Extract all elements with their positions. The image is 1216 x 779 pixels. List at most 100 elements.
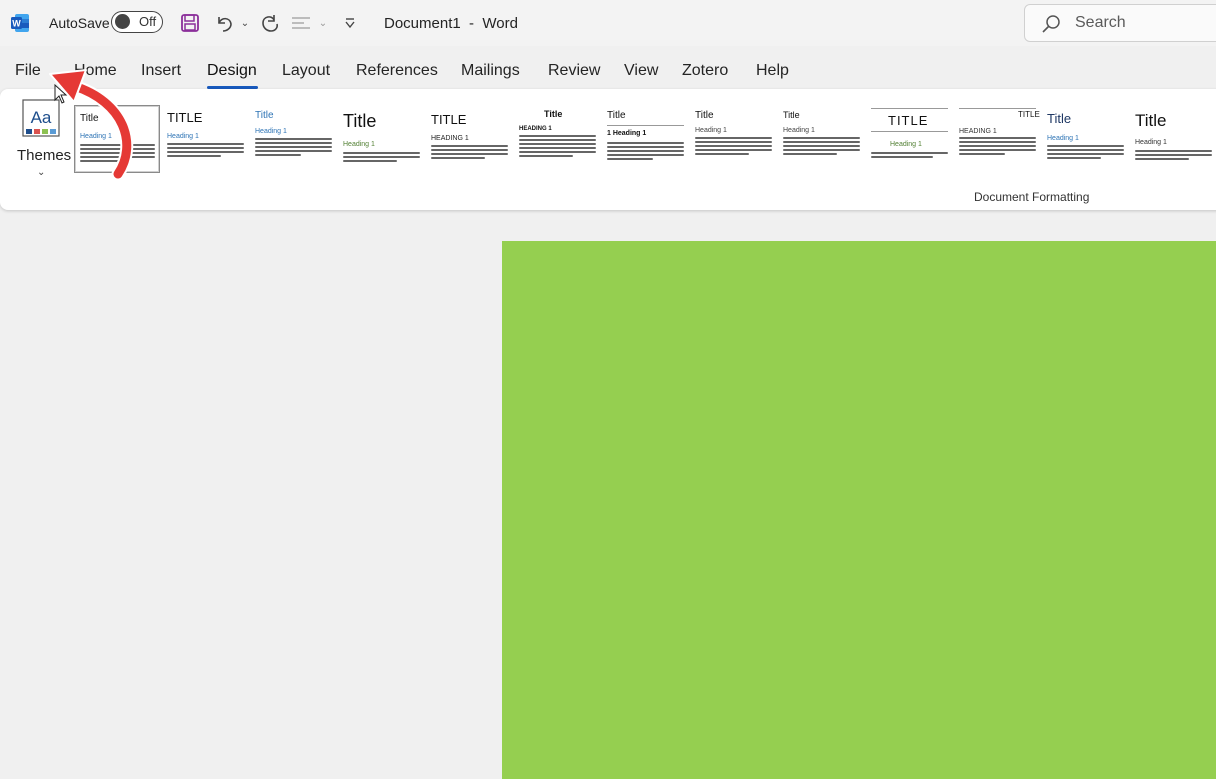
- tile-rule: [871, 131, 948, 132]
- save-icon: [181, 14, 199, 32]
- tile-title: Title: [544, 109, 563, 119]
- title-bar: W AutoSave Off ⌄ ⌄ Document1 - Word Sear…: [0, 0, 1216, 46]
- tile-body-lines: [1047, 145, 1124, 161]
- tile-body-lines: [959, 137, 1036, 157]
- search-box[interactable]: Search: [1024, 4, 1216, 42]
- tile-heading: 1 Heading 1: [607, 130, 647, 137]
- chevron-down-icon: ⌄: [37, 167, 46, 178]
- ribbon-group-label: Document Formatting: [974, 190, 1090, 204]
- tab-mailings[interactable]: Mailings: [461, 62, 520, 80]
- style-set-tile[interactable]: Title Heading 1: [778, 105, 864, 173]
- undo-icon: [218, 17, 232, 32]
- tile-body-lines: [519, 135, 596, 159]
- tile-title: Title: [695, 110, 714, 121]
- tile-body-lines: [80, 144, 155, 164]
- tile-body-lines: [255, 138, 332, 158]
- style-set-tile[interactable]: TITLE Heading 1: [162, 105, 248, 173]
- chevron-down-icon: ⌄: [240, 17, 250, 29]
- customize-qat-button[interactable]: [340, 10, 360, 36]
- tile-heading: Heading 1: [343, 141, 375, 148]
- tile-heading: HEADING 1: [959, 128, 997, 135]
- themes-label: Themes: [17, 147, 72, 164]
- format-dropdown[interactable]: ⌄: [316, 10, 330, 36]
- tile-body-lines: [167, 143, 244, 159]
- redo-icon: [262, 15, 278, 32]
- tile-title: TITLE: [167, 110, 203, 125]
- tab-review[interactable]: Review: [548, 62, 600, 80]
- tile-title: TITLE: [431, 112, 467, 127]
- tile-body-lines: [1135, 150, 1212, 162]
- style-set-tile[interactable]: Title Heading 1: [74, 105, 160, 173]
- tile-rule: [871, 108, 948, 109]
- themes-icon: Aa: [22, 99, 60, 137]
- tile-body-lines: [695, 137, 772, 157]
- style-set-tile[interactable]: TITLE HEADING 1: [426, 105, 512, 173]
- format-painter-button[interactable]: [288, 10, 314, 36]
- undo-dropdown[interactable]: ⌄: [238, 10, 252, 36]
- tab-layout[interactable]: Layout: [282, 62, 330, 80]
- tile-title: Title: [255, 110, 274, 121]
- search-icon: [1042, 15, 1060, 33]
- style-set-tile[interactable]: Title HEADING 1: [514, 105, 600, 173]
- style-set-tile[interactable]: TITLE HEADING 1: [954, 105, 1040, 173]
- autosave-state: Off: [139, 14, 157, 29]
- tile-heading: Heading 1: [890, 141, 922, 148]
- style-set-tile[interactable]: Title 1 Heading 1: [602, 105, 688, 173]
- tile-heading: Heading 1: [783, 127, 815, 134]
- style-set-tile[interactable]: TITLE Heading 1: [866, 105, 952, 173]
- style-set-tile[interactable]: Title Heading 1: [690, 105, 776, 173]
- undo-button[interactable]: [212, 10, 236, 36]
- save-button[interactable]: [178, 10, 202, 36]
- style-set-tile[interactable]: Title Heading 1: [250, 105, 336, 173]
- format-icon: [292, 17, 310, 29]
- redo-button[interactable]: [258, 10, 282, 36]
- search-placeholder: Search: [1075, 14, 1126, 31]
- tile-title: TITLE: [1018, 110, 1040, 119]
- tile-title: Title: [783, 110, 800, 120]
- style-set-tile[interactable]: Title Heading 1: [338, 105, 424, 173]
- tile-heading: HEADING 1: [431, 135, 469, 142]
- tile-title: Title: [80, 113, 99, 124]
- tab-zotero[interactable]: Zotero: [682, 62, 728, 80]
- tile-body-lines: [871, 152, 948, 160]
- tile-heading: HEADING 1: [519, 126, 552, 132]
- tab-design[interactable]: Design: [207, 62, 257, 80]
- tile-body-lines: [607, 142, 684, 162]
- autosave-label: AutoSave: [49, 15, 110, 31]
- style-set-tile[interactable]: Title Heading 1: [1042, 105, 1128, 173]
- style-set-gallery: Title Heading 1 TITLE Heading 1 Title He…: [74, 105, 1216, 175]
- autosave-toggle[interactable]: Off: [111, 11, 163, 33]
- customize-dropdown-icon: [345, 18, 355, 29]
- tile-body-lines: [343, 152, 420, 164]
- tile-heading: Heading 1: [255, 128, 287, 135]
- word-logo-icon: W: [10, 13, 30, 33]
- tile-body-lines: [783, 137, 860, 157]
- tab-file[interactable]: File: [15, 62, 41, 80]
- tile-title: Title: [1135, 111, 1167, 130]
- tile-title: TITLE: [888, 113, 929, 128]
- tile-heading: Heading 1: [695, 127, 727, 134]
- ribbon-tabs: File Home Insert Design Layout Reference…: [0, 56, 1216, 90]
- tab-insert[interactable]: Insert: [141, 62, 181, 80]
- tile-heading: Heading 1: [1135, 139, 1167, 146]
- tab-home[interactable]: Home: [74, 62, 117, 80]
- toggle-knob: [115, 14, 130, 29]
- tile-heading: Heading 1: [1047, 135, 1079, 142]
- tab-help[interactable]: Help: [756, 62, 789, 80]
- tile-heading: Heading 1: [167, 133, 199, 140]
- style-set-tile[interactable]: Title Heading 1: [1130, 105, 1216, 173]
- document-title: Document1 - Word: [384, 15, 518, 32]
- themes-button[interactable]: Aa Themes ⌄: [10, 95, 76, 179]
- tile-heading: Heading 1: [80, 133, 112, 140]
- tab-view[interactable]: View: [624, 62, 658, 80]
- tile-rule: [959, 108, 1036, 109]
- tile-title: Title: [607, 110, 626, 121]
- svg-text:W: W: [12, 19, 21, 29]
- ribbon-panel: Aa Themes ⌄ Title Heading 1 TITLE Headin…: [0, 89, 1216, 210]
- tile-body-lines: [431, 145, 508, 161]
- chevron-down-icon: ⌄: [318, 17, 328, 29]
- svg-text:Aa: Aa: [31, 108, 52, 127]
- tile-title: Title: [343, 111, 377, 131]
- tab-references[interactable]: References: [356, 62, 438, 80]
- document-page[interactable]: [502, 241, 1216, 779]
